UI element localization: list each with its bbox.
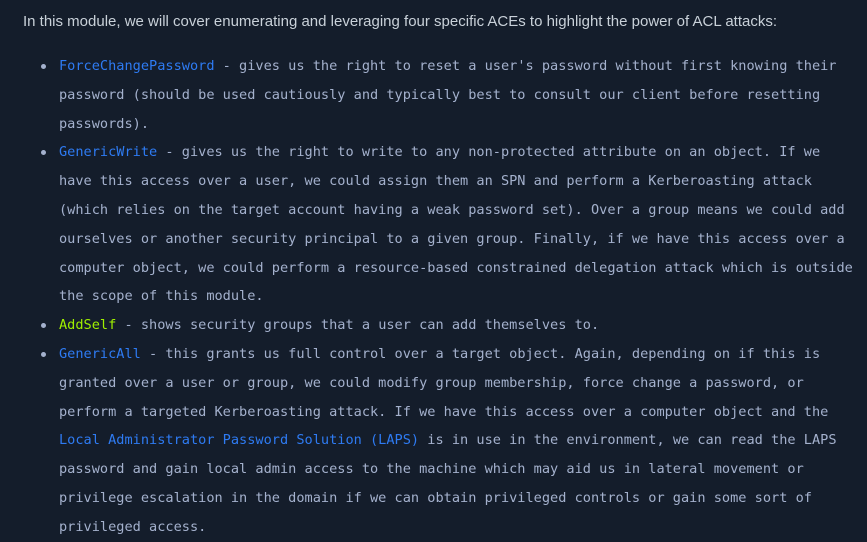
list-item-addself: AddSelf - shows security groups that a u… <box>0 311 849 340</box>
addself-term: AddSelf <box>59 317 117 334</box>
forcechangepassword-link[interactable]: ForceChangePassword <box>59 58 215 74</box>
list-item-genericall: GenericAll - this grants us full control… <box>0 340 849 542</box>
item-text: is in use in the environment, we can rea… <box>419 432 837 449</box>
ace-list: ForceChangePassword - gives us the right… <box>0 52 867 542</box>
intro-paragraph: In this module, we will cover enumeratin… <box>23 13 778 30</box>
item-text: - gives us the right to write to any non… <box>157 144 821 161</box>
item-line: ourselves or another security principal … <box>59 230 845 247</box>
bullet-icon <box>41 150 46 156</box>
item-line: privilege escalation in the domain if we… <box>59 489 812 506</box>
item-line: computer object, we could perform a reso… <box>59 259 853 276</box>
item-line: perform a targeted Kerberoasting attack.… <box>59 403 829 420</box>
item-line: privileged access. <box>59 518 207 535</box>
item-line: passwords). <box>59 115 150 132</box>
bullet-icon <box>41 351 46 357</box>
item-line: (which relies on the target account havi… <box>59 201 845 218</box>
laps-link[interactable]: Local Administrator Password Solution (L… <box>59 432 419 448</box>
item-line: AddSelf - shows security groups that a u… <box>59 311 849 340</box>
genericwrite-link[interactable]: GenericWrite <box>59 144 157 160</box>
item-line: GenericWrite - gives us the right to wri… <box>59 138 849 167</box>
list-item-forcechangepassword: ForceChangePassword - gives us the right… <box>0 52 849 138</box>
item-line: have this access over a user, we could a… <box>59 173 812 190</box>
item-line: GenericAll - this grants us full control… <box>59 340 849 369</box>
list-item-genericwrite: GenericWrite - gives us the right to wri… <box>0 138 853 311</box>
item-text: - this grants us full control over a tar… <box>140 345 821 362</box>
item-line: granted over a user or group, we could m… <box>59 374 804 391</box>
item-text: - shows security groups that a user can … <box>116 317 600 334</box>
item-text: - gives us the right to reset a user's p… <box>214 58 837 74</box>
item-line: password (should be used cautiously and … <box>59 86 821 103</box>
genericall-link[interactable]: GenericAll <box>59 346 141 362</box>
item-line: password and gain local admin access to … <box>59 461 804 478</box>
item-line: Local Administrator Password Solution (L… <box>59 426 849 455</box>
bullet-icon <box>41 323 46 329</box>
item-line: ForceChangePassword - gives us the right… <box>59 52 849 81</box>
item-line: the scope of this module. <box>59 288 264 305</box>
bullet-icon <box>41 64 46 69</box>
